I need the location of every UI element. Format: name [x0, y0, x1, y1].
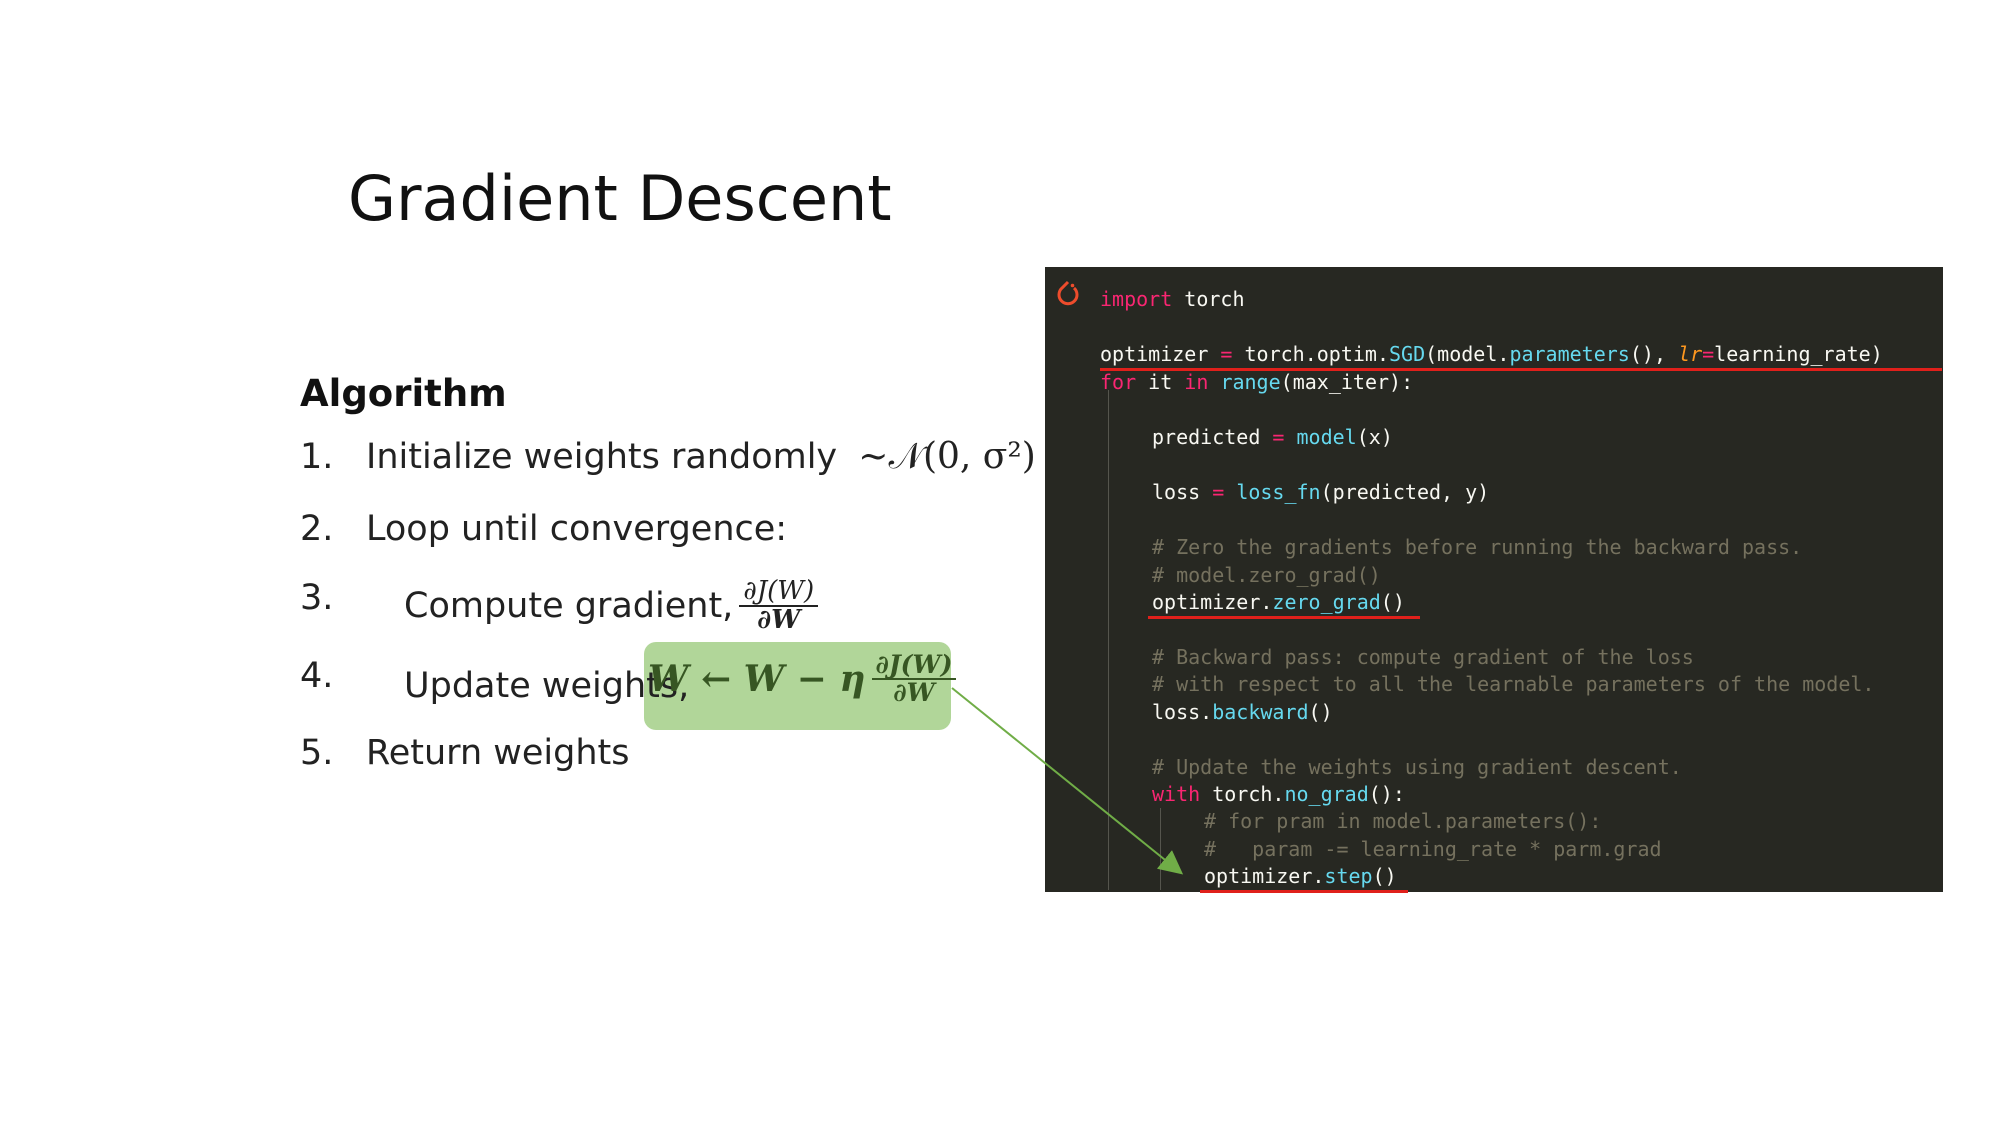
function-name: SGD [1389, 342, 1426, 366]
slide-title: Gradient Descent [348, 162, 892, 235]
code-text: loss. [1152, 700, 1213, 724]
code-text: torch [1172, 287, 1245, 311]
step-text: Initialize weights randomly ~𝒩(0, σ²) [366, 436, 1036, 478]
code-comment: # param -= learning_rate * parm.grad [1204, 837, 1662, 861]
code-line-step: optimizer.step() [1204, 864, 1397, 888]
function-name: range [1220, 370, 1281, 394]
code-text: learning_rate) [1714, 342, 1883, 366]
code-text: torch.optim. [1232, 342, 1390, 366]
code-text: (x) [1356, 425, 1393, 449]
fraction-numerator: ∂J(W) [871, 651, 957, 681]
fraction-denominator: ∂W [757, 605, 801, 636]
fraction-denominator: ∂W [893, 678, 935, 708]
function-name: no_grad [1284, 782, 1369, 806]
code-line-3: for it in range(max_iter): [1100, 370, 1413, 394]
update-weights-formula: W ← W − η ∂J(W) ∂W [648, 651, 957, 708]
step-number: 3. [300, 578, 334, 618]
code-comment: # with respect to all the learnable para… [1152, 672, 1875, 696]
step-label: Compute gradient, [404, 586, 734, 627]
code-text: () [1380, 590, 1405, 614]
step-number: 5. [300, 733, 334, 773]
keyword-in: in [1184, 370, 1209, 394]
keyword-for: for [1100, 370, 1137, 394]
code-text: (): [1368, 782, 1405, 806]
function-name: step [1324, 864, 1373, 888]
step-label: Loop until convergence: [366, 509, 788, 549]
code-text: optimizer. [1204, 864, 1325, 888]
indent-guide [1160, 808, 1161, 890]
operator: = [1220, 342, 1233, 366]
indent-guide [1108, 390, 1109, 890]
step-number: 4. [300, 656, 334, 696]
code-line-2: optimizer = torch.optim.SGD(model.parame… [1100, 342, 1883, 366]
keyword-import: import [1100, 287, 1173, 311]
operator: = [1702, 342, 1715, 366]
red-underline [1148, 616, 1420, 619]
code-text: optimizer [1100, 342, 1221, 366]
red-underline [1200, 890, 1408, 893]
step-label: Initialize weights randomly [366, 437, 838, 477]
code-line-5: loss = loss_fn(predicted, y) [1152, 480, 1489, 504]
step-label: Update weights, [404, 666, 690, 706]
step-number: 2. [300, 509, 334, 549]
pytorch-logo-icon [1057, 280, 1079, 306]
algorithm-heading: Algorithm [300, 372, 507, 415]
fraction-numerator: ∂J(W) [739, 577, 819, 608]
code-text: (model. [1425, 342, 1510, 366]
code-comment: # model.zero_grad() [1152, 563, 1381, 587]
step-label: Return weights [366, 733, 630, 773]
keyword-with: with [1152, 782, 1201, 806]
function-name: backward [1212, 700, 1309, 724]
function-name: loss_fn [1236, 480, 1321, 504]
code-comment: # Zero the gradients before running the … [1152, 535, 1803, 559]
code-text: torch. [1200, 782, 1285, 806]
code-line-backward: loss.backward() [1152, 700, 1333, 724]
code-comment: # Backward pass: compute gradient of the… [1152, 645, 1694, 669]
code-text: loss [1152, 480, 1213, 504]
code-text: (predicted, y) [1320, 480, 1490, 504]
code-text: () [1308, 700, 1333, 724]
function-name: parameters [1509, 342, 1630, 366]
function-name: zero_grad [1272, 590, 1381, 614]
operator: = [1212, 480, 1225, 504]
formula-lhs: W ← W − η [648, 658, 866, 701]
code-text: (max_iter): [1280, 370, 1414, 394]
code-comment: # for pram in model.parameters(): [1204, 809, 1602, 833]
code-line-1: import torch [1100, 287, 1245, 311]
gradient-fraction: ∂J(W) ∂W [871, 651, 957, 708]
code-comment: # Update the weights using gradient desc… [1152, 755, 1682, 779]
step-text: Compute gradient, ∂J(W) ∂W [404, 577, 819, 636]
code-line-zero-grad: optimizer.zero_grad() [1152, 590, 1405, 614]
code-text: predicted [1152, 425, 1273, 449]
code-text: it [1136, 370, 1185, 394]
code-text: () [1372, 864, 1397, 888]
operator: = [1272, 425, 1285, 449]
argument-name: lr [1678, 342, 1703, 366]
function-name: model [1296, 425, 1357, 449]
code-line-with: with torch.no_grad(): [1152, 782, 1405, 806]
gradient-fraction: ∂J(W) ∂W [739, 577, 819, 636]
code-text: optimizer. [1152, 590, 1273, 614]
step-number: 1. [300, 437, 334, 477]
normal-distribution-math: ~𝒩(0, σ²) [858, 436, 1036, 477]
code-line-4: predicted = model(x) [1152, 425, 1393, 449]
code-text: (), [1629, 342, 1679, 366]
